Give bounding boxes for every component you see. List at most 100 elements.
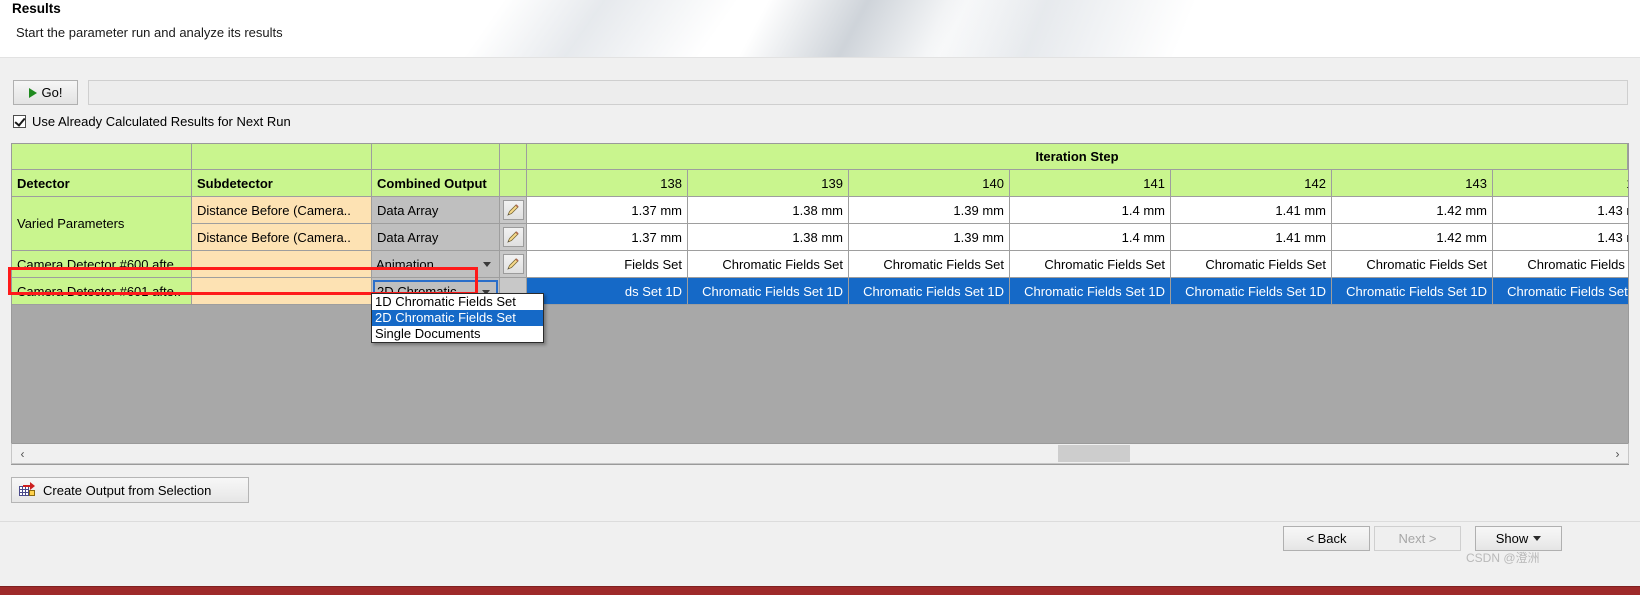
combined-output-select-2[interactable]: Animation (374, 253, 497, 275)
column-header-step-4[interactable]: 142 (1171, 170, 1332, 197)
go-button[interactable]: Go! (13, 80, 78, 105)
edit-pencil-button-2[interactable] (500, 251, 527, 278)
cell-value-1-6[interactable]: 1.43 mm (1493, 224, 1628, 251)
table-export-icon (19, 481, 36, 500)
chevron-down-icon (1533, 536, 1542, 541)
edit-pencil-button-0[interactable] (500, 197, 527, 224)
cell-value-1-4[interactable]: 1.41 mm (1171, 224, 1332, 251)
dropdown-item-2[interactable]: Single Documents (372, 326, 543, 342)
cell-value-0-6[interactable]: 1.43 mm (1493, 197, 1628, 224)
group-header-iteration-step: Iteration Step (527, 144, 1628, 170)
column-header-step-0[interactable]: 138 (527, 170, 688, 197)
results-grid[interactable]: Iteration Step Detector Subdetector Comb… (11, 143, 1629, 465)
footer-divider (0, 521, 1640, 522)
cell-subdetector-0[interactable]: Distance Before (Camera.. (192, 197, 372, 224)
results-grid-inner: Iteration Step Detector Subdetector Comb… (12, 144, 1628, 305)
grid-horizontal-scrollbar[interactable]: ‹ › (11, 443, 1629, 464)
cell-combined-output-1[interactable]: Data Array (372, 224, 500, 251)
cell-value-0-3[interactable]: 1.4 mm (1010, 197, 1171, 224)
show-button-label: Show (1495, 531, 1529, 546)
play-triangle-icon (28, 87, 37, 98)
go-button-label: Go! (41, 85, 63, 100)
column-header-subdetector[interactable]: Subdetector (192, 170, 372, 197)
results-wizard-page: Results Start the parameter run and anal… (0, 0, 1640, 595)
combined-output-select-2-value: Animation (376, 256, 434, 272)
cell-value-3-6[interactable]: Chromatic Fields Set 1D (1493, 278, 1628, 305)
cell-value-2-4[interactable]: Chromatic Fields Set (1171, 251, 1332, 278)
cell-value-1-3[interactable]: 1.4 mm (1010, 224, 1171, 251)
column-header-detector[interactable]: Detector (12, 170, 192, 197)
cell-value-0-2[interactable]: 1.39 mm (849, 197, 1010, 224)
back-button[interactable]: < Back (1283, 526, 1370, 551)
next-button: Next > (1374, 526, 1461, 551)
chevron-down-icon (483, 261, 491, 267)
cell-value-3-3[interactable]: Chromatic Fields Set 1D (1010, 278, 1171, 305)
column-header-step-6[interactable]: 144 (1493, 170, 1628, 197)
cell-value-0-4[interactable]: 1.41 mm (1171, 197, 1332, 224)
table-row[interactable]: Varied Parameters Distance Before (Camer… (12, 197, 1628, 251)
cell-value-2-6[interactable]: Chromatic Fields Set (1493, 251, 1628, 278)
combined-output-dropdown-menu[interactable]: 1D Chromatic Fields Set 2D Chromatic Fie… (371, 293, 544, 343)
cell-value-1-2[interactable]: 1.39 mm (849, 224, 1010, 251)
table-row[interactable]: Camera Detector #600 afte.. Animation Fi… (12, 251, 1628, 278)
column-header-step-1[interactable]: 139 (688, 170, 849, 197)
column-header-step-3[interactable]: 141 (1010, 170, 1171, 197)
page-title: Results (12, 1, 61, 16)
scrollbar-thumb[interactable] (1058, 445, 1130, 462)
cell-value-1-1[interactable]: 1.38 mm (688, 224, 849, 251)
dropdown-item-1[interactable]: 2D Chromatic Fields Set (372, 310, 543, 326)
scroll-left-arrow-icon[interactable]: ‹ (12, 444, 33, 463)
cell-value-1-5[interactable]: 1.42 mm (1332, 224, 1493, 251)
cell-value-3-5[interactable]: Chromatic Fields Set 1D (1332, 278, 1493, 305)
group-header-blank-pencil (500, 144, 527, 170)
cell-value-3-1[interactable]: Chromatic Fields Set 1D (688, 278, 849, 305)
cell-detector-varied-parameters: Varied Parameters (12, 197, 192, 251)
use-cached-results-label: Use Already Calculated Results for Next … (32, 114, 291, 129)
cell-value-0-5[interactable]: 1.42 mm (1332, 197, 1493, 224)
grid-group-header-row: Iteration Step (12, 144, 1628, 170)
cell-subdetector-3[interactable] (192, 278, 372, 305)
cell-detector-2[interactable]: Camera Detector #600 afte.. (12, 251, 192, 278)
create-output-from-selection-label: Create Output from Selection (43, 482, 212, 498)
checkbox-check-icon (13, 115, 26, 128)
use-cached-results-checkbox[interactable]: Use Already Calculated Results for Next … (13, 114, 291, 129)
cell-value-2-1[interactable]: Chromatic Fields Set (688, 251, 849, 278)
show-button[interactable]: Show (1475, 526, 1562, 551)
group-header-blank-detector (12, 144, 192, 170)
group-header-blank-subdetector (192, 144, 372, 170)
cell-value-3-4[interactable]: Chromatic Fields Set 1D (1171, 278, 1332, 305)
cell-combined-output-0[interactable]: Data Array (372, 197, 500, 224)
cell-value-0-1[interactable]: 1.38 mm (688, 197, 849, 224)
cell-value-0-0[interactable]: 1.37 mm (527, 197, 688, 224)
create-output-from-selection-button[interactable]: Create Output from Selection (11, 477, 249, 503)
pencil-icon (502, 227, 524, 247)
scrollbar-track[interactable] (33, 444, 1607, 463)
cell-value-1-0[interactable]: 1.37 mm (527, 224, 688, 251)
dropdown-item-0[interactable]: 1D Chromatic Fields Set (372, 294, 543, 310)
grid-column-header-row: Detector Subdetector Combined Output 138… (12, 170, 1628, 197)
cell-value-3-0[interactable]: ds Set 1D (527, 278, 688, 305)
group-header-blank-output (372, 144, 500, 170)
cell-subdetector-2[interactable] (192, 251, 372, 278)
table-row[interactable]: Camera Detector #601 afte.. 2D Chromatic… (12, 278, 1628, 305)
page-subtitle: Start the parameter run and analyze its … (16, 25, 283, 40)
cell-value-2-3[interactable]: Chromatic Fields Set (1010, 251, 1171, 278)
pencil-icon (502, 254, 524, 274)
cell-combined-output-2[interactable]: Animation (372, 251, 500, 278)
table-row[interactable]: Distance Before (Camera.. Data Array 1.3… (12, 224, 1628, 251)
page-banner: Results Start the parameter run and anal… (0, 0, 1640, 58)
run-progress-bar (88, 80, 1628, 105)
edit-pencil-button-1[interactable] (500, 224, 527, 251)
column-header-step-5[interactable]: 143 (1332, 170, 1493, 197)
cell-value-3-2[interactable]: Chromatic Fields Set 1D (849, 278, 1010, 305)
watermark: CSDN @澄洲 (1466, 551, 1540, 565)
bottom-accent-bar (0, 586, 1640, 595)
scroll-right-arrow-icon[interactable]: › (1607, 444, 1628, 463)
column-header-step-2[interactable]: 140 (849, 170, 1010, 197)
cell-value-2-0[interactable]: Fields Set (527, 251, 688, 278)
column-header-combined-output[interactable]: Combined Output (372, 170, 500, 197)
cell-subdetector-1[interactable]: Distance Before (Camera.. (192, 224, 372, 251)
cell-detector-3[interactable]: Camera Detector #601 afte.. (12, 278, 192, 305)
cell-value-2-5[interactable]: Chromatic Fields Set (1332, 251, 1493, 278)
cell-value-2-2[interactable]: Chromatic Fields Set (849, 251, 1010, 278)
